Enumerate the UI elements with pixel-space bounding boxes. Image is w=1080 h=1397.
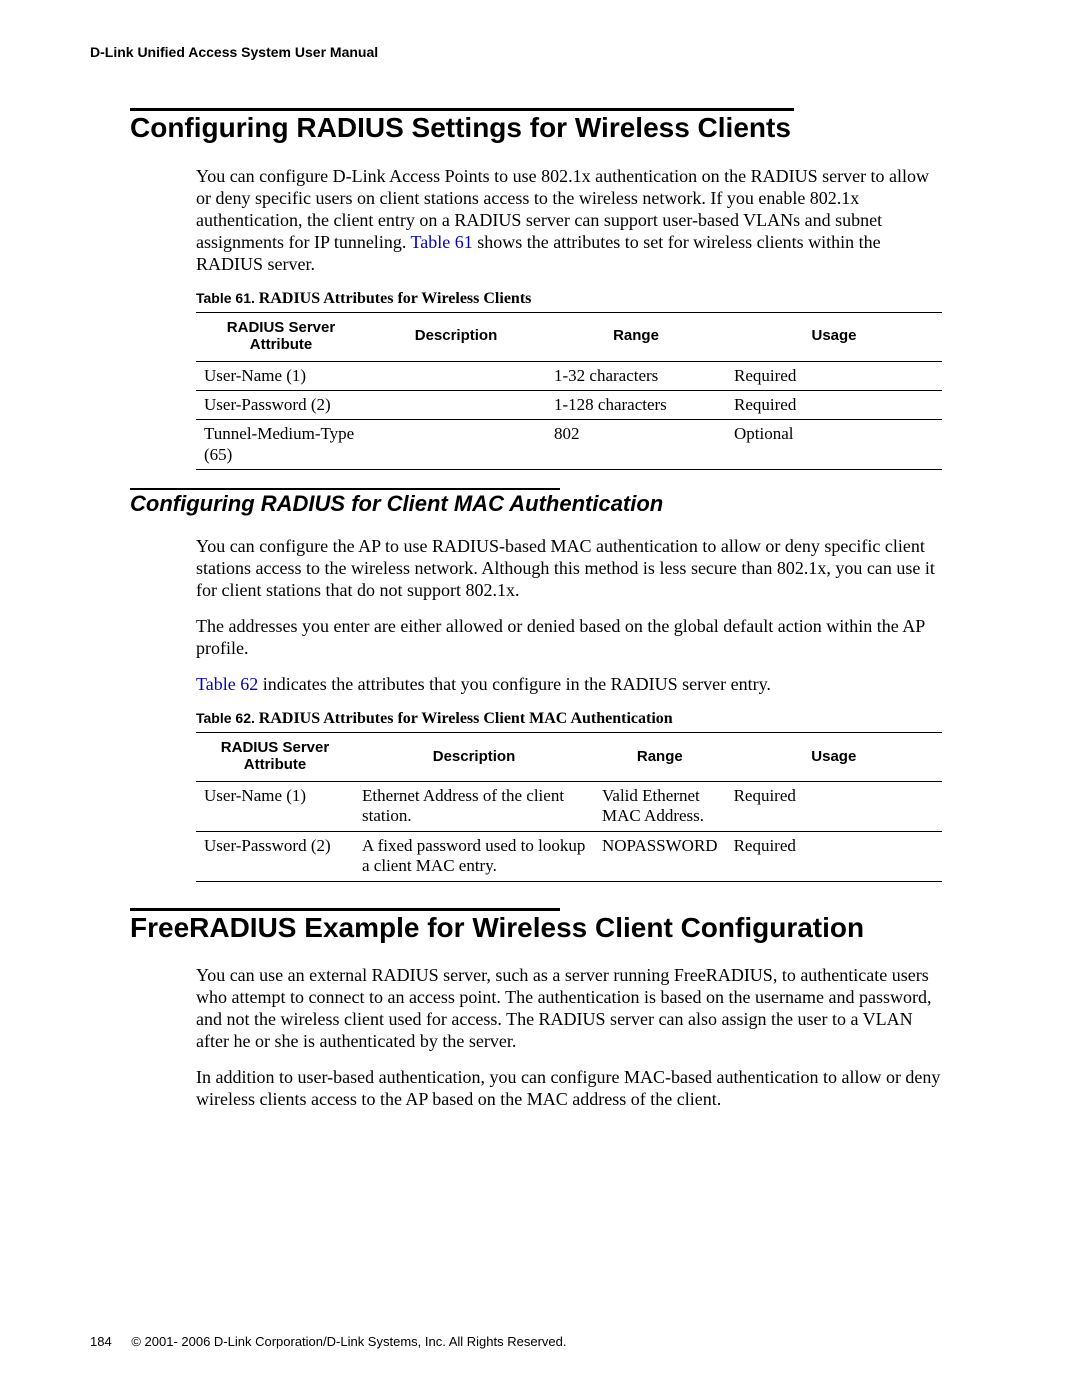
mac-auth-paragraph-2: The addresses you enter are either allow… (196, 616, 942, 660)
table-61: RADIUS Server Attribute Description Rang… (196, 312, 942, 471)
xref-table-61[interactable]: Table 61 (411, 232, 473, 252)
col-range: Range (594, 733, 726, 782)
table-row: User-Password (2) 1-128 characters Requi… (196, 390, 942, 419)
table-header-row: RADIUS Server Attribute Description Rang… (196, 312, 942, 361)
table-row: User-Name (1) 1-32 characters Required (196, 361, 942, 390)
cell-attr: User-Password (2) (196, 831, 354, 881)
page-footer: 184 © 2001- 2006 D-Link Corporation/D-Li… (90, 1334, 567, 1349)
cell-attr: User-Name (1) (196, 782, 354, 832)
cell-usage: Optional (726, 420, 942, 470)
col-range: Range (546, 312, 726, 361)
page-number: 184 (90, 1334, 112, 1349)
cell-attr: User-Password (2) (196, 390, 366, 419)
cell-desc (366, 390, 546, 419)
section-heading-mac-auth: Configuring RADIUS for Client MAC Authen… (130, 492, 942, 516)
cell-usage: Required (726, 390, 942, 419)
cell-range: 1-128 characters (546, 390, 726, 419)
caption-label: Table 62. (196, 710, 259, 726)
page-content: Configuring RADIUS Settings for Wireless… (130, 108, 942, 1111)
section-heading-freeradius: FreeRADIUS Example for Wireless Client C… (130, 913, 942, 944)
col-usage: Usage (726, 312, 942, 361)
copyright-text: © 2001- 2006 D-Link Corporation/D-Link S… (131, 1334, 566, 1349)
cell-desc (366, 420, 546, 470)
col-attr: RADIUS Server Attribute (196, 733, 354, 782)
cell-desc: Ethernet Address of the client station. (354, 782, 594, 832)
cell-usage: Required (726, 782, 942, 832)
mac-auth-paragraph-1: You can configure the AP to use RADIUS-b… (196, 536, 942, 602)
table-header-row: RADIUS Server Attribute Description Rang… (196, 733, 942, 782)
cell-usage: Required (726, 831, 942, 881)
cell-range: 1-32 characters (546, 361, 726, 390)
freeradius-paragraph-1: You can use an external RADIUS server, s… (196, 965, 942, 1053)
mac-auth-paragraph-3: Table 62 indicates the attributes that y… (196, 674, 942, 696)
xref-table-62[interactable]: Table 62 (196, 674, 258, 694)
table-62-caption: Table 62. RADIUS Attributes for Wireless… (196, 710, 942, 728)
section-heading-radius-settings: Configuring RADIUS Settings for Wireless… (130, 113, 942, 144)
cell-range: 802 (546, 420, 726, 470)
caption-title: RADIUS Attributes for Wireless Client MA… (259, 710, 673, 727)
cell-desc: A fixed password used to lookup a client… (354, 831, 594, 881)
cell-attr: Tunnel-Medium-Type (65) (196, 420, 366, 470)
cell-desc (366, 361, 546, 390)
table-row: User-Password (2) A fixed password used … (196, 831, 942, 881)
intro-paragraph: You can configure D-Link Access Points t… (196, 166, 942, 276)
cell-range: NOPASSWORD (594, 831, 726, 881)
caption-title: RADIUS Attributes for Wireless Clients (259, 290, 532, 307)
table-row: Tunnel-Medium-Type (65) 802 Optional (196, 420, 942, 470)
table-62: RADIUS Server Attribute Description Rang… (196, 732, 942, 882)
subheading-rule (130, 488, 560, 490)
cell-attr: User-Name (1) (196, 361, 366, 390)
text-run: indicates the attributes that you config… (258, 674, 771, 694)
freeradius-paragraph-2: In addition to user-based authentication… (196, 1067, 942, 1111)
table-61-caption: Table 61. RADIUS Attributes for Wireless… (196, 290, 942, 308)
heading-rule (130, 108, 794, 111)
cell-range: Valid Ethernet MAC Address. (594, 782, 726, 832)
col-desc: Description (366, 312, 546, 361)
caption-label: Table 61. (196, 290, 259, 306)
manual-page: D-Link Unified Access System User Manual… (0, 0, 1080, 1397)
heading-rule (130, 908, 560, 911)
running-header: D-Link Unified Access System User Manual (90, 44, 990, 60)
col-attr: RADIUS Server Attribute (196, 312, 366, 361)
col-usage: Usage (726, 733, 942, 782)
table-row: User-Name (1) Ethernet Address of the cl… (196, 782, 942, 832)
cell-usage: Required (726, 361, 942, 390)
col-desc: Description (354, 733, 594, 782)
